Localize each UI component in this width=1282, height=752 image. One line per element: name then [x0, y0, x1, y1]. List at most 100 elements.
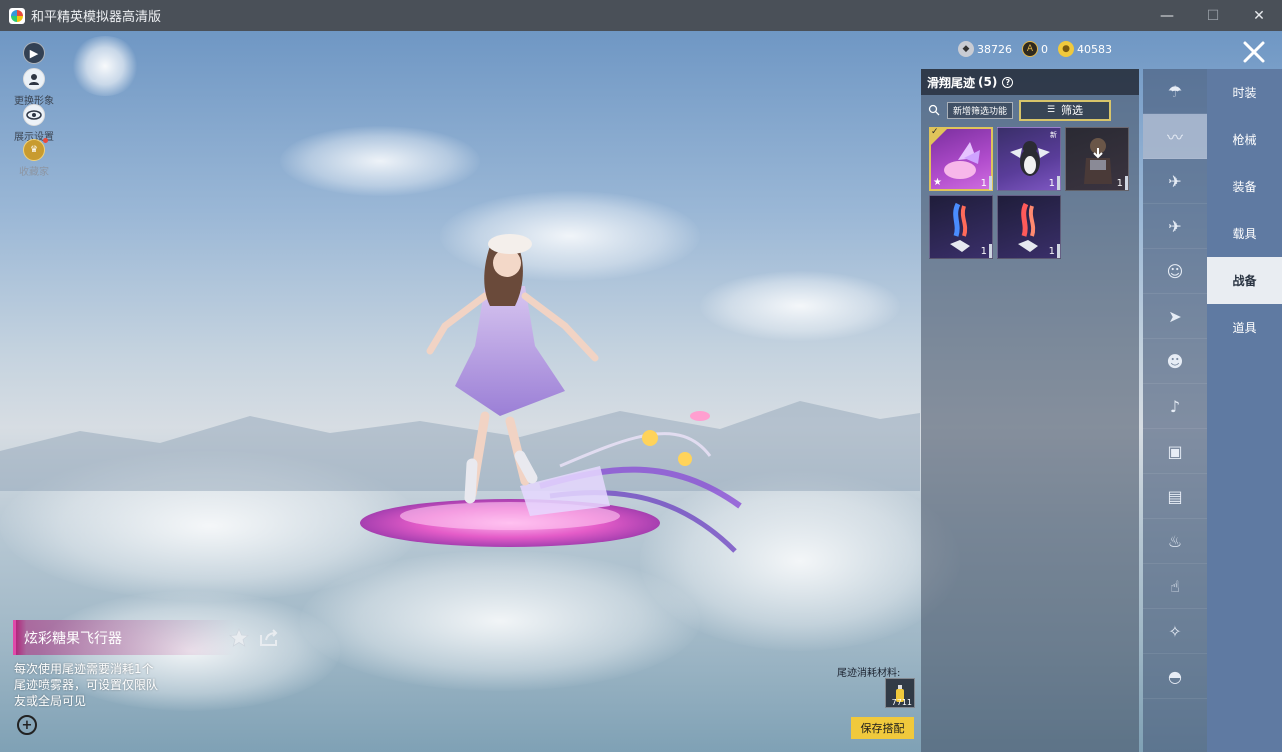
- item-count: 1: [1116, 178, 1123, 189]
- rail-item-tap[interactable]: ☝: [1143, 564, 1207, 609]
- new-badge: 新: [1050, 131, 1057, 139]
- emote-icon: ☺: [1166, 261, 1184, 281]
- person-icon[interactable]: [23, 68, 45, 90]
- count-bar: [1125, 176, 1128, 190]
- rail-item-jet[interactable]: ➤: [1143, 294, 1207, 339]
- filter-label: 筛选: [1061, 104, 1084, 117]
- trail-icon: 〰: [1166, 128, 1183, 147]
- new-filter-tag[interactable]: 新增筛选功能: [947, 101, 1014, 119]
- category-fashion[interactable]: 时装: [1207, 69, 1282, 116]
- play-icon[interactable]: ▶: [23, 42, 45, 64]
- ufo-icon: ◓: [1168, 666, 1182, 686]
- item-name: 炫彩糖果飞行器: [24, 630, 122, 647]
- change-appearance-tool[interactable]: 更换形象: [10, 68, 58, 107]
- extinguisher-icon: ♨: [1167, 531, 1183, 551]
- panel-header: 滑翔尾迹 (5) ?: [921, 69, 1139, 95]
- zoom-in-button[interactable]: +: [17, 715, 37, 735]
- category-firearms[interactable]: 枪械: [1207, 116, 1282, 163]
- gold-coin-icon: ●: [1058, 41, 1074, 57]
- cloud: [280, 126, 480, 196]
- rail-item-trail[interactable]: 〰: [1143, 114, 1207, 159]
- rail-item-sound[interactable]: ♪: [1143, 384, 1207, 429]
- rail-item-drone[interactable]: ✈: [1143, 159, 1207, 204]
- currency-emblem: A 0: [1022, 41, 1048, 57]
- search-icon[interactable]: [927, 103, 941, 117]
- rail-item-ufo[interactable]: ◓: [1143, 654, 1207, 699]
- item-count: 1: [980, 246, 987, 257]
- category-vehicles[interactable]: 载具: [1207, 210, 1282, 257]
- sun: [70, 36, 140, 96]
- trail-panel: 滑翔尾迹 (5) ? 新增筛选功能 ☰ 筛选 ✓ ★ 1 新 1 1 1 1: [921, 69, 1139, 752]
- panel-count: (5): [978, 75, 998, 89]
- jet-icon: ➤: [1168, 306, 1182, 326]
- count-bar: [1057, 176, 1060, 190]
- play-tool[interactable]: ▶: [10, 42, 58, 64]
- item-count: 1: [980, 178, 987, 189]
- material-count: 7711: [891, 698, 912, 707]
- close-window-button[interactable]: ✕: [1236, 0, 1282, 31]
- category-props[interactable]: 道具: [1207, 304, 1282, 351]
- search-row: 新增筛选功能 ☰ 筛选: [927, 99, 1133, 121]
- share-button[interactable]: [258, 627, 280, 649]
- drone-icon: ✈: [1168, 171, 1182, 191]
- eye-icon[interactable]: [23, 104, 45, 126]
- rail-item-extinguisher[interactable]: ♨: [1143, 519, 1207, 564]
- rail-item-sparkle[interactable]: ✧: [1143, 609, 1207, 654]
- sparkle-icon: ✧: [1168, 621, 1182, 641]
- minimize-button[interactable]: —: [1144, 0, 1190, 31]
- item-description: 每次使用尾迹需要消耗1个尾迹喷雾器，可设置仅限队友或全局可见: [14, 662, 159, 708]
- rail-item-plane[interactable]: ✈: [1143, 204, 1207, 249]
- item-actions: [228, 627, 280, 649]
- count-bar: [989, 176, 992, 190]
- gold-emblem-icon: A: [1022, 41, 1038, 57]
- badge-icon: ▣: [1167, 441, 1183, 461]
- item-card-character[interactable]: 1: [1065, 127, 1129, 191]
- collector-badge-icon[interactable]: ♛: [23, 138, 48, 161]
- maximize-button[interactable]: ☐: [1190, 0, 1236, 31]
- window-title: 和平精英模拟器高清版: [31, 10, 162, 25]
- collector-label: 收藏家: [19, 167, 49, 178]
- collector-tool[interactable]: ♛ 收藏家: [10, 138, 58, 178]
- item-card-red-flame-trail[interactable]: 1: [997, 195, 1061, 259]
- count-bar: [1057, 244, 1060, 258]
- tap-icon: ☝: [1170, 576, 1180, 596]
- sound-icon: ♪: [1169, 396, 1181, 416]
- item-count: 1: [1048, 246, 1055, 257]
- gold-amount: 40583: [1077, 42, 1112, 56]
- currency-bar: ◆ 38726 A 0 ● 40583: [958, 41, 1112, 57]
- silver-coin-icon: ◆: [958, 41, 974, 57]
- favorite-star-button[interactable]: [228, 627, 250, 649]
- save-outfit-button[interactable]: 保存搭配: [851, 717, 914, 739]
- category-battle-prep[interactable]: 战备: [1207, 257, 1282, 304]
- currency-gold: ● 40583: [1058, 41, 1112, 57]
- subcategory-rail: ☂ 〰 ✈ ✈ ☺ ➤ ☻ ♪ ▣ ▤ ♨ ☝ ✧ ◓: [1143, 69, 1207, 752]
- filter-button[interactable]: ☰ 筛选: [1019, 99, 1112, 121]
- filter-icon: ☰: [1046, 105, 1056, 115]
- rail-item-emote[interactable]: ☺: [1143, 249, 1207, 294]
- rail-item-photo[interactable]: ▤: [1143, 474, 1207, 519]
- pet-icon: ☻: [1166, 351, 1184, 371]
- currency-silver: ◆ 38726: [958, 41, 1012, 57]
- rail-item-badge[interactable]: ▣: [1143, 429, 1207, 474]
- item-card-blue-flame-trail[interactable]: 1: [929, 195, 993, 259]
- category-equipment[interactable]: 装备: [1207, 163, 1282, 210]
- item-card-penguin[interactable]: 新 1: [997, 127, 1061, 191]
- rail-item-pet[interactable]: ☻: [1143, 339, 1207, 384]
- rail-item-parachute[interactable]: ☂: [1143, 69, 1207, 114]
- parachute-icon: ☂: [1167, 81, 1183, 101]
- item-card-candy-glider[interactable]: ✓ ★ 1: [929, 127, 993, 191]
- emblem-amount: 0: [1041, 42, 1048, 56]
- close-icon[interactable]: [1242, 40, 1266, 64]
- silver-amount: 38726: [977, 42, 1012, 56]
- close-panel-button[interactable]: [1238, 36, 1270, 68]
- material-slot[interactable]: 7711: [885, 678, 915, 708]
- plus-icon: +: [21, 717, 33, 733]
- help-icon[interactable]: ?: [1002, 76, 1014, 88]
- photo-icon: ▤: [1167, 486, 1183, 506]
- character-on-glider[interactable]: [350, 216, 770, 576]
- material-label: 尾迹消耗材料:: [837, 668, 901, 679]
- game-viewport: ▶ 更换形象 展示设置 ♛ 收藏家 ◆ 38726 A 0 ● 40583 滑翔…: [0, 31, 1282, 752]
- count-bar: [989, 244, 992, 258]
- display-settings-tool[interactable]: 展示设置: [10, 104, 58, 143]
- plane-icon: ✈: [1168, 216, 1182, 236]
